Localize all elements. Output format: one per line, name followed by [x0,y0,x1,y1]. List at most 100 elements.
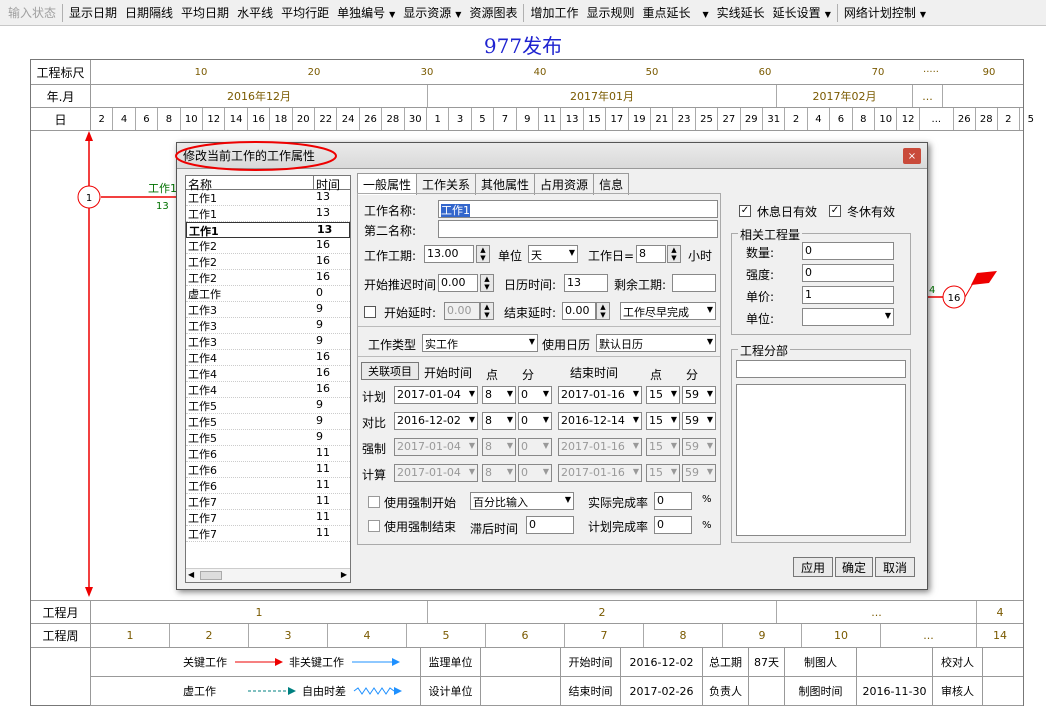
qunit-select[interactable] [802,308,894,326]
end-lag-input[interactable]: 0.00 [562,302,596,320]
division-list[interactable] [736,384,906,536]
end-lag-spinner[interactable]: ▲ ▼ [596,302,610,320]
toolbar-average-date[interactable]: 平均日期 [177,2,233,23]
list-item[interactable]: 工作6 11 [186,478,350,494]
start-hour-select[interactable]: 8 [482,386,516,404]
start-lag-spinner[interactable]: ▲ ▼ [480,302,494,320]
toolbar-show-resources[interactable]: 显示资源 ▼ [399,2,465,23]
cancel-button[interactable]: 取消 [875,557,915,577]
workday-input[interactable]: 8 [636,245,666,263]
duration-input[interactable]: 13.00 [424,245,474,263]
horizontal-scrollbar[interactable]: ◀ ▶ [186,568,350,582]
list-item[interactable]: 工作7 11 [186,510,350,526]
list-item[interactable]: 工作2 16 [186,254,350,270]
winter-valid-checkbox[interactable]: ✓ [829,205,841,217]
list-item[interactable]: 工作3 9 [186,302,350,318]
toolbar-solid-extend[interactable]: 实线延长 [713,2,769,23]
tab-info[interactable]: 信息 [593,173,630,195]
start-hour-select[interactable]: 8 [482,464,516,482]
start-lag-input[interactable]: 0.00 [444,302,480,320]
end-date-select[interactable]: 2017-01-16 [558,438,642,456]
list-item[interactable]: 工作2 16 [186,270,350,286]
toolbar-key-extend[interactable]: 重点延长 [638,2,694,23]
list-item[interactable]: 工作1 13 [186,222,350,238]
dialog-titlebar[interactable]: 修改当前工作的工作属性 × [175,141,927,171]
end-minute-select[interactable]: 59 [682,386,716,404]
start-date-select[interactable]: 2016-12-02 [394,412,478,430]
list-header-time[interactable]: 时间 [314,176,350,192]
list-item[interactable]: 工作6 11 [186,446,350,462]
scroll-right-icon[interactable]: ▶ [341,570,347,579]
toolbar-resource-chart[interactable]: 资源图表 [465,2,521,23]
start-minute-select[interactable]: 0 [518,412,552,430]
list-item[interactable]: 工作5 9 [186,430,350,446]
end-hour-select[interactable]: 15 [646,438,680,456]
division-input[interactable] [736,360,906,378]
calendar-select[interactable]: 默认日历 [596,334,716,352]
tab-general[interactable]: 一般属性 [357,173,418,195]
toolbar-input-state[interactable]: 输入状态 [4,2,60,23]
end-hour-select[interactable]: 15 [646,464,680,482]
start-delay-spinner[interactable]: ▲ ▼ [480,274,494,292]
start-date-select[interactable]: 2017-01-04 [394,438,478,456]
unit-select[interactable]: 天 [528,245,578,263]
workday-spinner[interactable]: ▲ ▼ [667,245,681,263]
toolbar-separate-numbering[interactable]: 单独编号 ▼ [333,2,399,23]
start-delay-input[interactable]: 0.00 [438,274,478,292]
qty-input[interactable]: 0 [802,242,894,260]
tab-other[interactable]: 其他属性 [475,173,536,195]
start-minute-select[interactable]: 0 [518,438,552,456]
end-minute-select[interactable]: 59 [682,438,716,456]
toolbar-add-work[interactable]: 增加工作 [526,2,582,23]
end-date-select[interactable]: 2017-01-16 [558,464,642,482]
duration-spinner[interactable]: ▲ ▼ [476,245,490,263]
toolbar-date-gridline[interactable]: 日期隔线 [121,2,177,23]
start-hour-select[interactable]: 8 [482,412,516,430]
list-item[interactable]: 工作6 11 [186,462,350,478]
start-lag-checkbox[interactable] [364,306,376,318]
apply-button[interactable]: 应用 [793,557,833,577]
plan-rate-input[interactable]: 0 [654,516,692,534]
list-item[interactable]: 工作1 13 [186,190,350,206]
list-item[interactable]: 工作5 9 [186,398,350,414]
list-header-name[interactable]: 名称 [186,176,314,192]
toolbar-show-date[interactable]: 显示日期 [65,2,121,23]
tab-relations[interactable]: 工作关系 [416,173,477,195]
end-hour-select[interactable]: 15 [646,386,680,404]
end-date-select[interactable]: 2016-12-14 [558,412,642,430]
linked-project-button[interactable]: 关联项目 [361,362,419,380]
work-name-input[interactable]: 工作1 [438,200,718,218]
end-date-select[interactable]: 2017-01-16 [558,386,642,404]
work-type-select[interactable]: 实工作 [422,334,538,352]
list-item[interactable]: 工作5 9 [186,414,350,430]
list-item[interactable]: 工作1 13 [186,206,350,222]
price-input[interactable]: 1 [802,286,894,304]
list-item[interactable]: 工作4 16 [186,350,350,366]
force-end-checkbox[interactable] [368,520,380,532]
schedule-mode-select[interactable]: 工作尽早完成 [620,302,716,320]
lag-time-input[interactable]: 0 [526,516,574,534]
force-start-checkbox[interactable] [368,496,380,508]
end-hour-select[interactable]: 15 [646,412,680,430]
toolbar-network-control[interactable]: 网络计划控制 ▼ [840,2,930,23]
toolbar-key-extend-dropdown[interactable]: ▼ [695,4,713,22]
start-minute-select[interactable]: 0 [518,386,552,404]
end-minute-select[interactable]: 59 [682,412,716,430]
ok-button[interactable]: 确定 [835,557,873,577]
toolbar-horizontal-line[interactable]: 水平线 [233,2,277,23]
start-hour-select[interactable]: 8 [482,438,516,456]
list-item[interactable]: 工作2 16 [186,238,350,254]
actual-rate-input[interactable]: 0 [654,492,692,510]
toolbar-show-rules[interactable]: 显示规则 [582,2,638,23]
intensity-input[interactable]: 0 [802,264,894,282]
rest-valid-checkbox[interactable]: ✓ [739,205,751,217]
second-name-input[interactable] [438,220,718,238]
list-item[interactable]: 工作7 11 [186,526,350,542]
scroll-thumb[interactable] [200,571,222,580]
calendar-time-input[interactable]: 13 [564,274,608,292]
remaining-input[interactable] [672,274,716,292]
list-item[interactable]: 工作4 16 [186,366,350,382]
list-item[interactable]: 工作3 9 [186,318,350,334]
tab-resources[interactable]: 占用资源 [534,173,595,195]
start-date-select[interactable]: 2017-01-04 [394,386,478,404]
